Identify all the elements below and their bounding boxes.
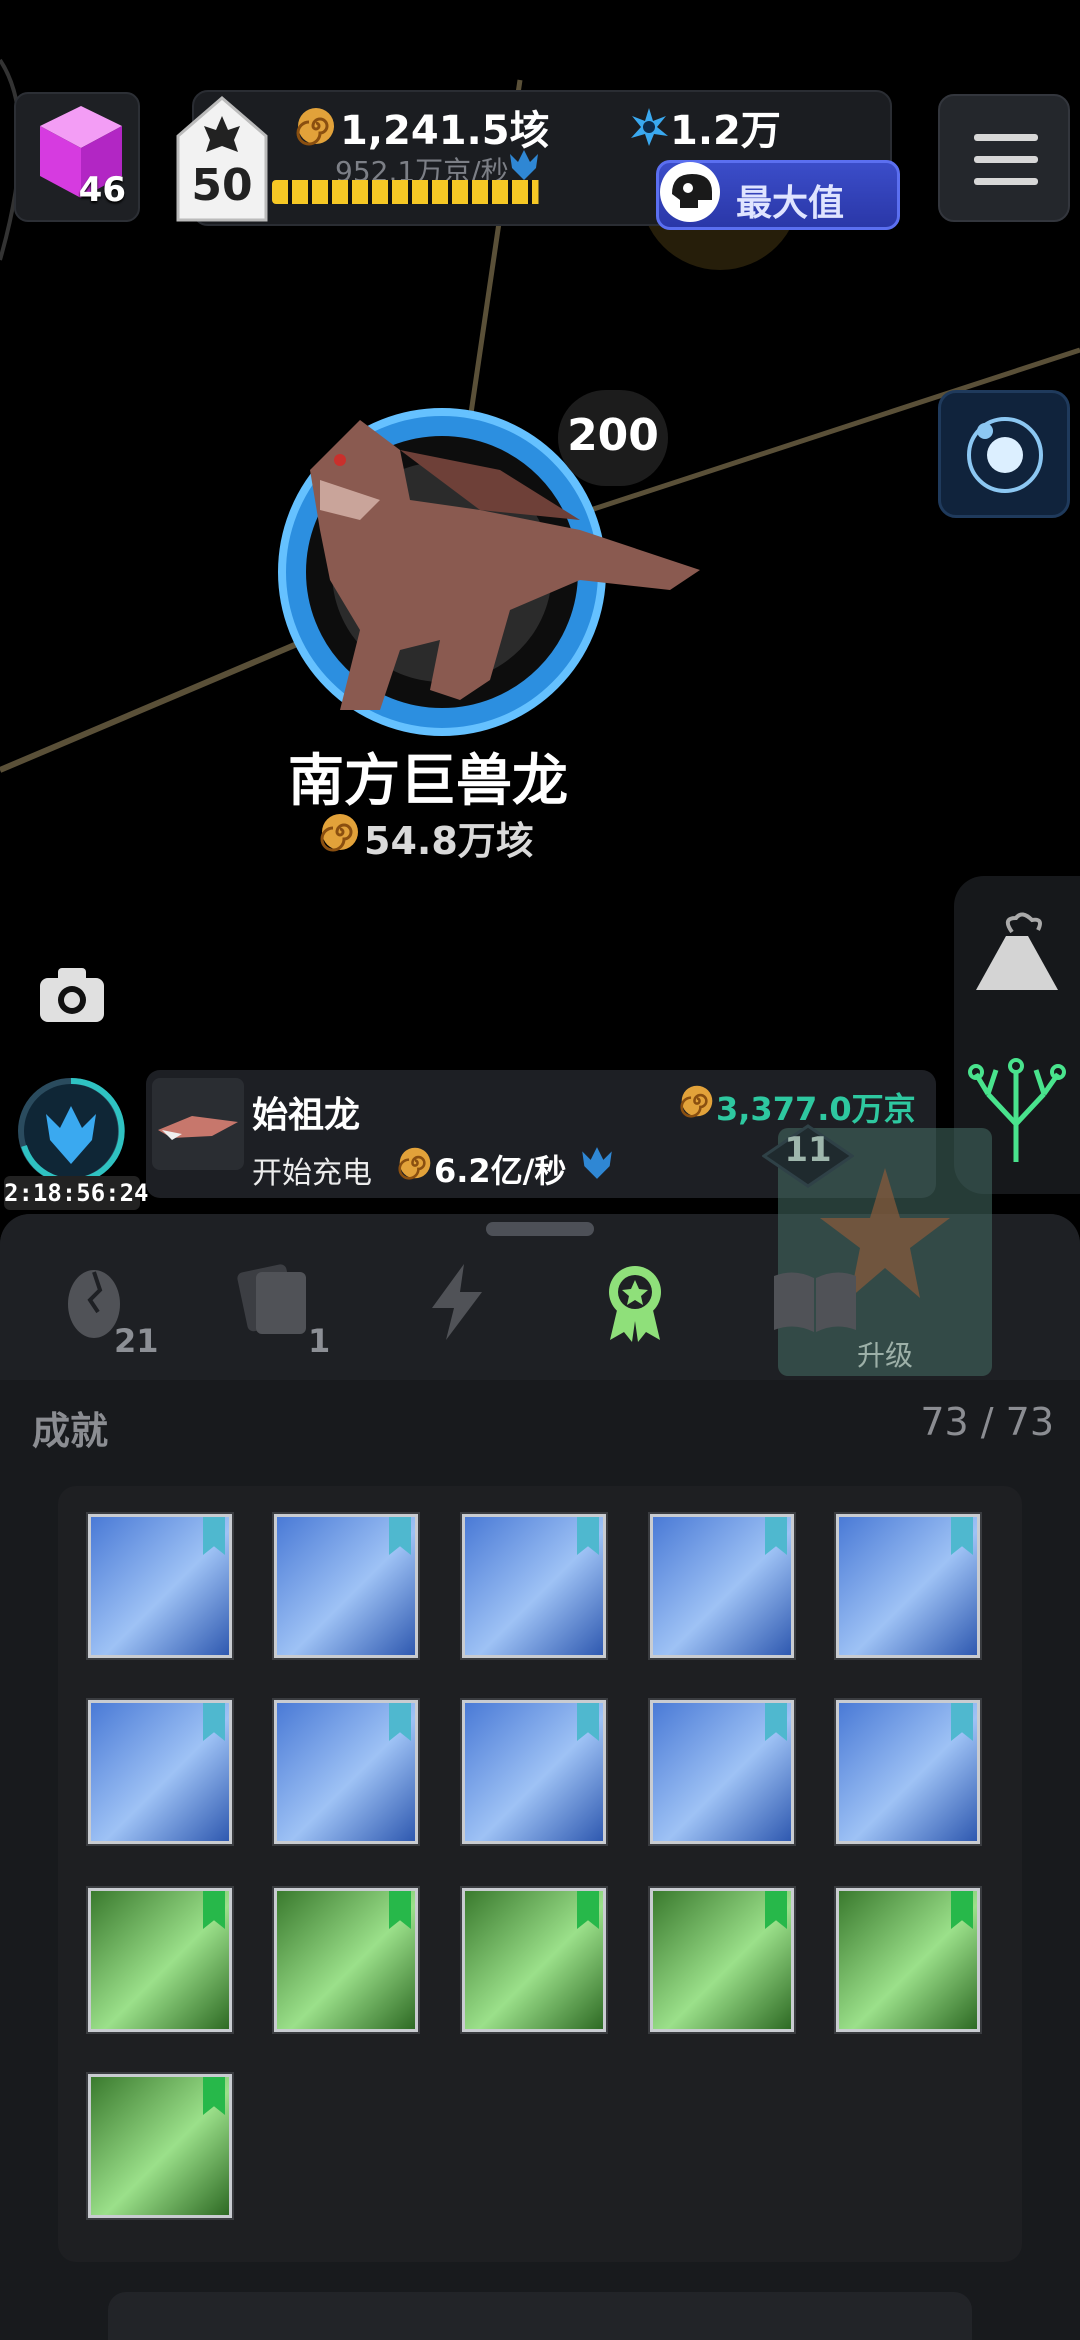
achievement-comet[interactable]	[274, 1888, 418, 2032]
achievement-amphibian[interactable]	[462, 1514, 606, 1658]
achievement-t-rex-skeleton[interactable]	[462, 1888, 606, 2032]
book-icon	[774, 1272, 856, 1332]
achievement-planet[interactable]	[462, 1700, 606, 1844]
menu-icon-line	[974, 178, 1038, 185]
bookmark-icon	[577, 1703, 599, 1741]
bookmark-icon	[389, 1891, 411, 1929]
achievement-raptor[interactable]	[88, 2074, 232, 2218]
achievement-lion[interactable]	[836, 1700, 980, 1844]
menu-button[interactable]	[938, 94, 1070, 222]
bookmark-icon	[765, 1703, 787, 1741]
bookmark-icon	[951, 1703, 973, 1741]
achievement-crocodile[interactable]	[650, 1888, 794, 2032]
bookmark-icon	[389, 1703, 411, 1741]
achievement-rock[interactable]	[650, 1514, 794, 1658]
bottom-bar	[108, 2292, 972, 2340]
award-icon	[609, 1266, 661, 1342]
dino-cost: 54.8万垓	[364, 819, 534, 863]
bookmark-icon	[203, 1891, 225, 1929]
volcano-icon[interactable]	[972, 912, 1062, 992]
bookmark-icon	[203, 2077, 225, 2115]
cards-count: 1	[308, 1322, 331, 1360]
charge-timer: 2:18:56:24	[4, 1176, 149, 1210]
cube-currency-button[interactable]: 46	[14, 92, 140, 222]
tab-encyclopedia[interactable]	[768, 1256, 878, 1356]
charge-dino-name: 始祖龙	[252, 1095, 361, 1136]
menu-icon	[974, 134, 1038, 141]
achievement-jellyfish[interactable]	[274, 1514, 418, 1658]
bookmark-icon	[577, 1517, 599, 1555]
eggs-count: 21	[114, 1322, 159, 1360]
player-level: 50	[191, 160, 253, 211]
spark-total: 1.2万	[670, 108, 781, 154]
dino-name: 南方巨兽龙	[288, 749, 568, 814]
charge-dino-thumbnail	[152, 1078, 244, 1170]
achievement-explorers[interactable]	[836, 1514, 980, 1658]
achievement-whale[interactable]	[650, 1700, 794, 1844]
upgrade-level: 11	[784, 1130, 832, 1170]
bookmark-icon	[577, 1891, 599, 1929]
amber-icon	[398, 1147, 431, 1180]
sun-icon	[967, 417, 1043, 493]
sheet-grabber[interactable]	[486, 1222, 594, 1236]
menu-icon-line	[974, 156, 1038, 163]
charge-rate: 6.2亿/秒	[434, 1152, 567, 1190]
dino-level: 200	[567, 410, 659, 461]
tab-boost[interactable]	[402, 1256, 512, 1356]
tab-achievements[interactable]	[580, 1256, 690, 1356]
bookmark-icon	[951, 1891, 973, 1929]
paw-icon	[582, 1147, 612, 1179]
bookmark-icon	[765, 1891, 787, 1929]
achievement-cyber-face[interactable]	[88, 1700, 232, 1844]
charge-label: 开始充电	[252, 1156, 372, 1191]
amber-icon	[320, 814, 358, 852]
spark-icon	[631, 108, 668, 146]
bookmark-icon	[203, 1703, 225, 1741]
max-label: 最大值	[736, 183, 845, 224]
paw-icon	[510, 150, 538, 180]
achievement-bird[interactable]	[836, 1888, 980, 2032]
cube-count: 46	[78, 170, 126, 210]
amber-icon	[680, 1085, 713, 1118]
paw-timer-button[interactable]	[16, 1076, 126, 1186]
achievement-skull[interactable]	[88, 1888, 232, 2032]
achievement-cyber-head[interactable]	[274, 1700, 418, 1844]
bookmark-icon	[389, 1517, 411, 1555]
achievements-title: 成就	[32, 1409, 109, 1453]
archosaur-icon	[158, 1116, 238, 1140]
amber-icon	[296, 108, 334, 146]
achievements-count: 73 / 73	[920, 1400, 1054, 1444]
bookmark-icon	[951, 1517, 973, 1555]
sun-button[interactable]	[938, 390, 1070, 518]
achievement-dna[interactable]	[88, 1514, 232, 1658]
bookmark-icon	[203, 1517, 225, 1555]
lightning-icon	[432, 1264, 482, 1340]
camera-icon[interactable]	[38, 966, 106, 1024]
bookmark-icon	[765, 1517, 787, 1555]
skull-icon	[660, 162, 720, 222]
